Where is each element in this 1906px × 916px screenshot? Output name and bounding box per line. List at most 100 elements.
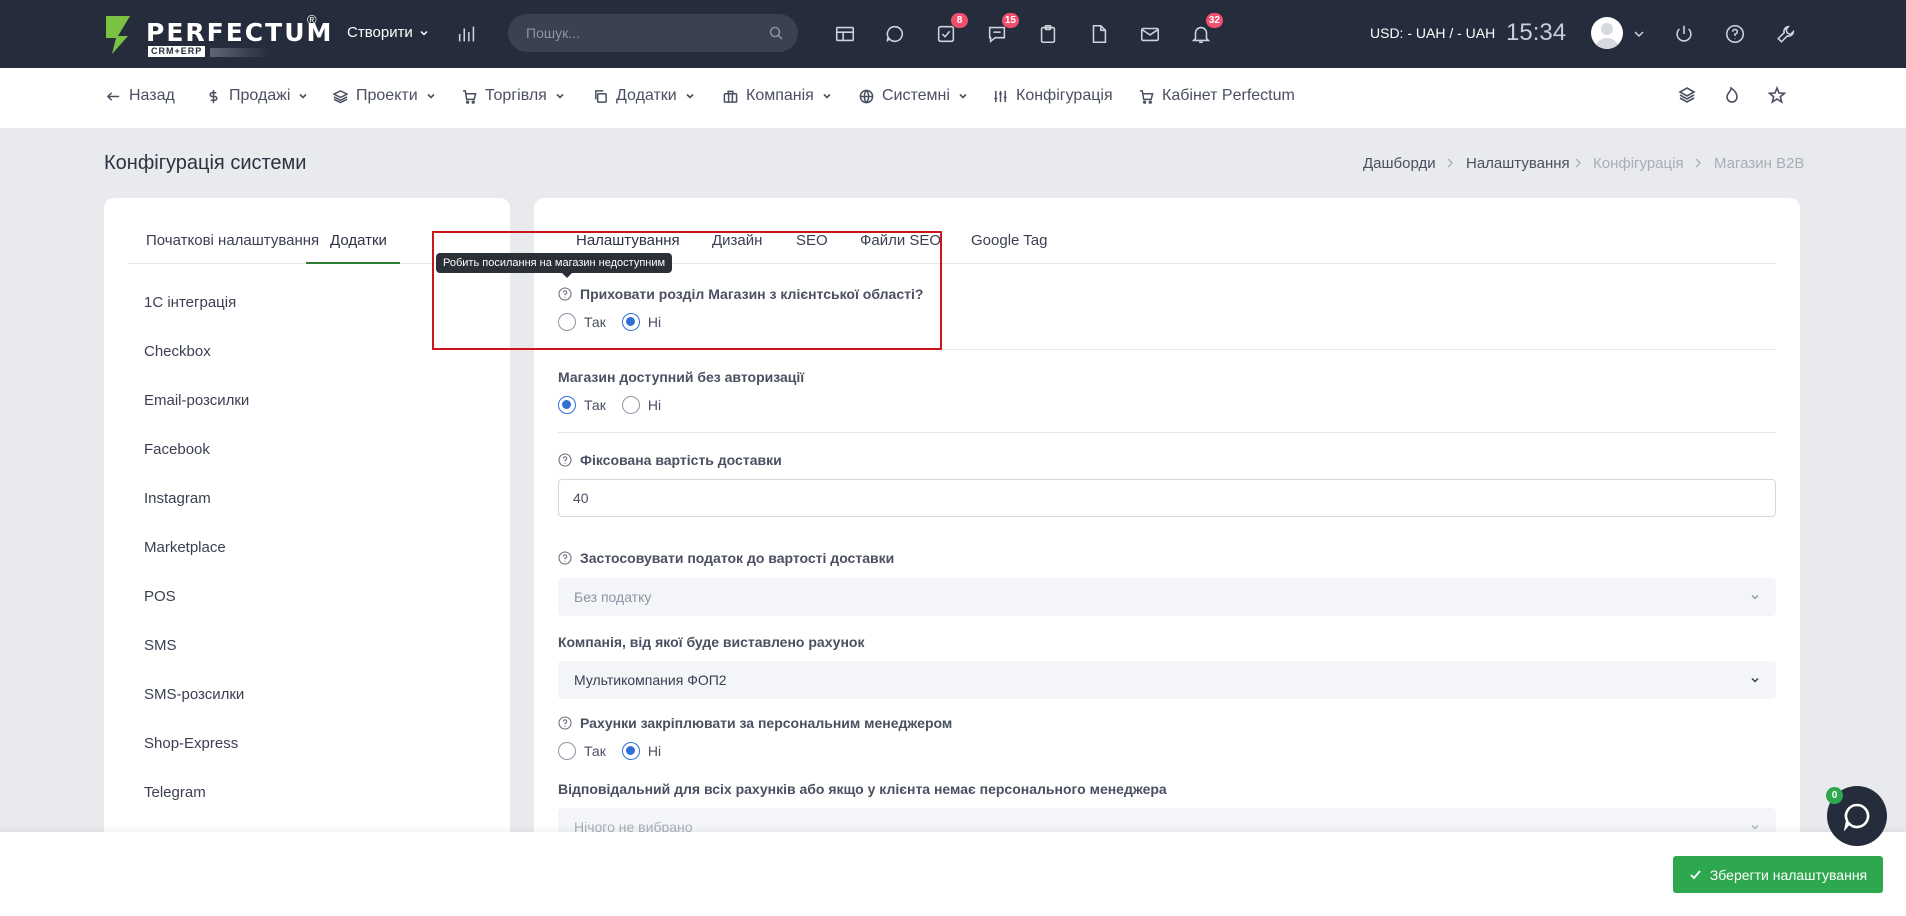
breadcrumb-config[interactable]: Конфігурація xyxy=(1593,155,1684,172)
logo[interactable]: PERFECTUM ® CRM+ERP xyxy=(104,12,331,58)
breadcrumb-dashboards[interactable]: Дашборди xyxy=(1363,155,1436,172)
chevron-right-icon xyxy=(1575,158,1581,168)
bar-chart-icon[interactable] xyxy=(453,20,481,48)
menu-trade[interactable]: Торгівля xyxy=(462,87,565,105)
list-item[interactable]: SMS xyxy=(144,637,177,654)
list-item[interactable]: Marketplace xyxy=(144,539,226,556)
cart-icon xyxy=(1139,89,1154,104)
tab-active-indicator xyxy=(306,262,400,264)
radio-label: Так xyxy=(584,397,606,413)
list-item[interactable]: Shop-Express xyxy=(144,735,238,752)
responsible-label-text: Відповідальний для всіх рахунків або якщ… xyxy=(558,781,1167,797)
list-item[interactable]: SMS-розсилки xyxy=(144,686,244,703)
menu-cabinet[interactable]: Кабінет Perfectum xyxy=(1139,87,1295,105)
logo-subtitle-fade xyxy=(210,48,270,57)
menu-addons[interactable]: Додатки xyxy=(593,87,695,105)
check-icon xyxy=(1690,870,1701,880)
search-box xyxy=(508,14,798,52)
wrench-icon[interactable] xyxy=(1772,20,1800,48)
chevron-down-icon xyxy=(420,30,428,36)
tab-google-tag[interactable]: Google Tag xyxy=(971,232,1047,249)
tooltip: Робить посилання на магазин недоступним xyxy=(436,253,673,278)
clipboard-icon[interactable] xyxy=(1034,20,1062,48)
create-label: Створити xyxy=(347,24,413,41)
radio-label: Так xyxy=(584,743,606,759)
invoice-company-label: Компанія, від якої буде виставлено рахун… xyxy=(558,634,864,650)
power-icon[interactable] xyxy=(1670,20,1698,48)
list-item[interactable]: Checkbox xyxy=(144,343,211,360)
responsible-label: Відповідальний для всіх рахунків або якщ… xyxy=(558,781,1167,797)
personal-manager-label-text: Рахунки закріплювати за персональним мен… xyxy=(580,715,953,731)
list-item[interactable]: 1С інтеграція xyxy=(144,294,236,311)
chevron-down-icon[interactable] xyxy=(1633,28,1645,40)
chat-icon xyxy=(1843,803,1870,831)
personal-manager-no-radio[interactable] xyxy=(621,742,640,760)
menu-company-label: Компанія xyxy=(746,87,814,104)
star-icon[interactable] xyxy=(1767,85,1790,108)
list-item[interactable]: Telegram xyxy=(144,784,206,801)
delivery-tax-select[interactable]: Без податку xyxy=(558,578,1776,616)
save-settings-label: Зберегти налаштування xyxy=(1709,866,1868,883)
clock: 15:34 xyxy=(1506,19,1567,46)
list-item[interactable]: POS xyxy=(144,588,176,605)
main-menu: Назад Продажі Проекти Торгівля Додатки К… xyxy=(0,68,1906,128)
bell-icon[interactable]: 32 xyxy=(1187,13,1223,48)
no-auth-radio-group: Так Ні xyxy=(558,396,677,414)
logo-mark-icon xyxy=(106,16,130,54)
invoice-company-select[interactable]: Мультикомпания ФОП2 xyxy=(558,661,1776,699)
logo-text: PERFECTUM xyxy=(146,18,334,47)
tasks-icon[interactable]: 8 xyxy=(932,13,968,48)
radio-label: Ні xyxy=(647,743,662,759)
invoice-company-label-text: Компанія, від якої буде виставлено рахун… xyxy=(558,634,865,650)
menu-config-label: Конфігурація xyxy=(1016,87,1113,104)
create-button[interactable]: Створити xyxy=(347,24,429,41)
list-item[interactable]: Email-розсилки xyxy=(144,392,249,409)
search-icon[interactable] xyxy=(768,25,784,41)
help-icon[interactable] xyxy=(558,453,572,467)
delivery-cost-label: Фіксована вартість доставки xyxy=(558,452,782,468)
help-icon[interactable] xyxy=(558,551,572,565)
no-auth-no-radio[interactable] xyxy=(621,396,640,414)
menu-sales-label: Продажі xyxy=(229,87,291,104)
fire-icon[interactable] xyxy=(1723,86,1745,108)
help-icon[interactable] xyxy=(558,716,572,730)
menu-projects[interactable]: Проекти xyxy=(333,87,436,105)
avatar[interactable] xyxy=(1591,17,1623,49)
delivery-tax-label-text: Застосовувати податок до вартості достав… xyxy=(580,550,895,566)
mail-icon[interactable] xyxy=(1136,20,1164,48)
menu-sales[interactable]: Продажі xyxy=(206,87,308,105)
personal-manager-label: Рахунки закріплювати за персональним мен… xyxy=(558,715,952,731)
save-settings-button[interactable]: Зберегти налаштування xyxy=(1673,856,1883,893)
breadcrumb-settings[interactable]: Налаштування xyxy=(1466,155,1570,172)
currency-rate: USD: - UAH / - UAH xyxy=(1370,25,1496,41)
list-item[interactable]: Instagram xyxy=(144,490,211,507)
delivery-cost-label-text: Фіксована вартість доставки xyxy=(580,452,782,468)
menu-trade-label: Торгівля xyxy=(485,87,547,104)
tab-addons[interactable]: Додатки xyxy=(330,232,387,249)
sliders-icon xyxy=(994,90,1007,102)
menu-cabinet-label: Кабінет Perfectum xyxy=(1162,87,1295,104)
chevron-right-icon xyxy=(1447,158,1453,168)
tasks-badge: 8 xyxy=(951,13,968,28)
logo-registered-mark: ® xyxy=(307,12,317,27)
search-input[interactable] xyxy=(526,14,756,52)
messages-icon[interactable]: 15 xyxy=(983,13,1019,48)
list-item[interactable]: Facebook xyxy=(144,441,210,458)
tab-initial-settings[interactable]: Початкові налаштування xyxy=(146,232,319,249)
menu-back[interactable]: Назад xyxy=(106,87,175,105)
chevron-down-icon xyxy=(686,93,694,99)
menu-config[interactable]: Конфігурація xyxy=(993,87,1113,105)
personal-manager-yes-radio[interactable] xyxy=(558,742,576,760)
delivery-cost-input[interactable] xyxy=(558,479,1776,517)
chevron-down-icon xyxy=(1751,825,1759,830)
chevron-down-icon xyxy=(299,93,308,99)
help-icon[interactable] xyxy=(1721,20,1749,48)
table-icon[interactable] xyxy=(831,20,859,48)
chat-icon[interactable] xyxy=(881,20,909,48)
radio-label: Ні xyxy=(647,397,662,413)
file-icon[interactable] xyxy=(1085,20,1113,48)
menu-system[interactable]: Системні xyxy=(859,87,968,105)
menu-company[interactable]: Компанія xyxy=(723,87,832,105)
layers-icon[interactable] xyxy=(1678,86,1700,108)
no-auth-yes-radio[interactable] xyxy=(558,396,576,414)
